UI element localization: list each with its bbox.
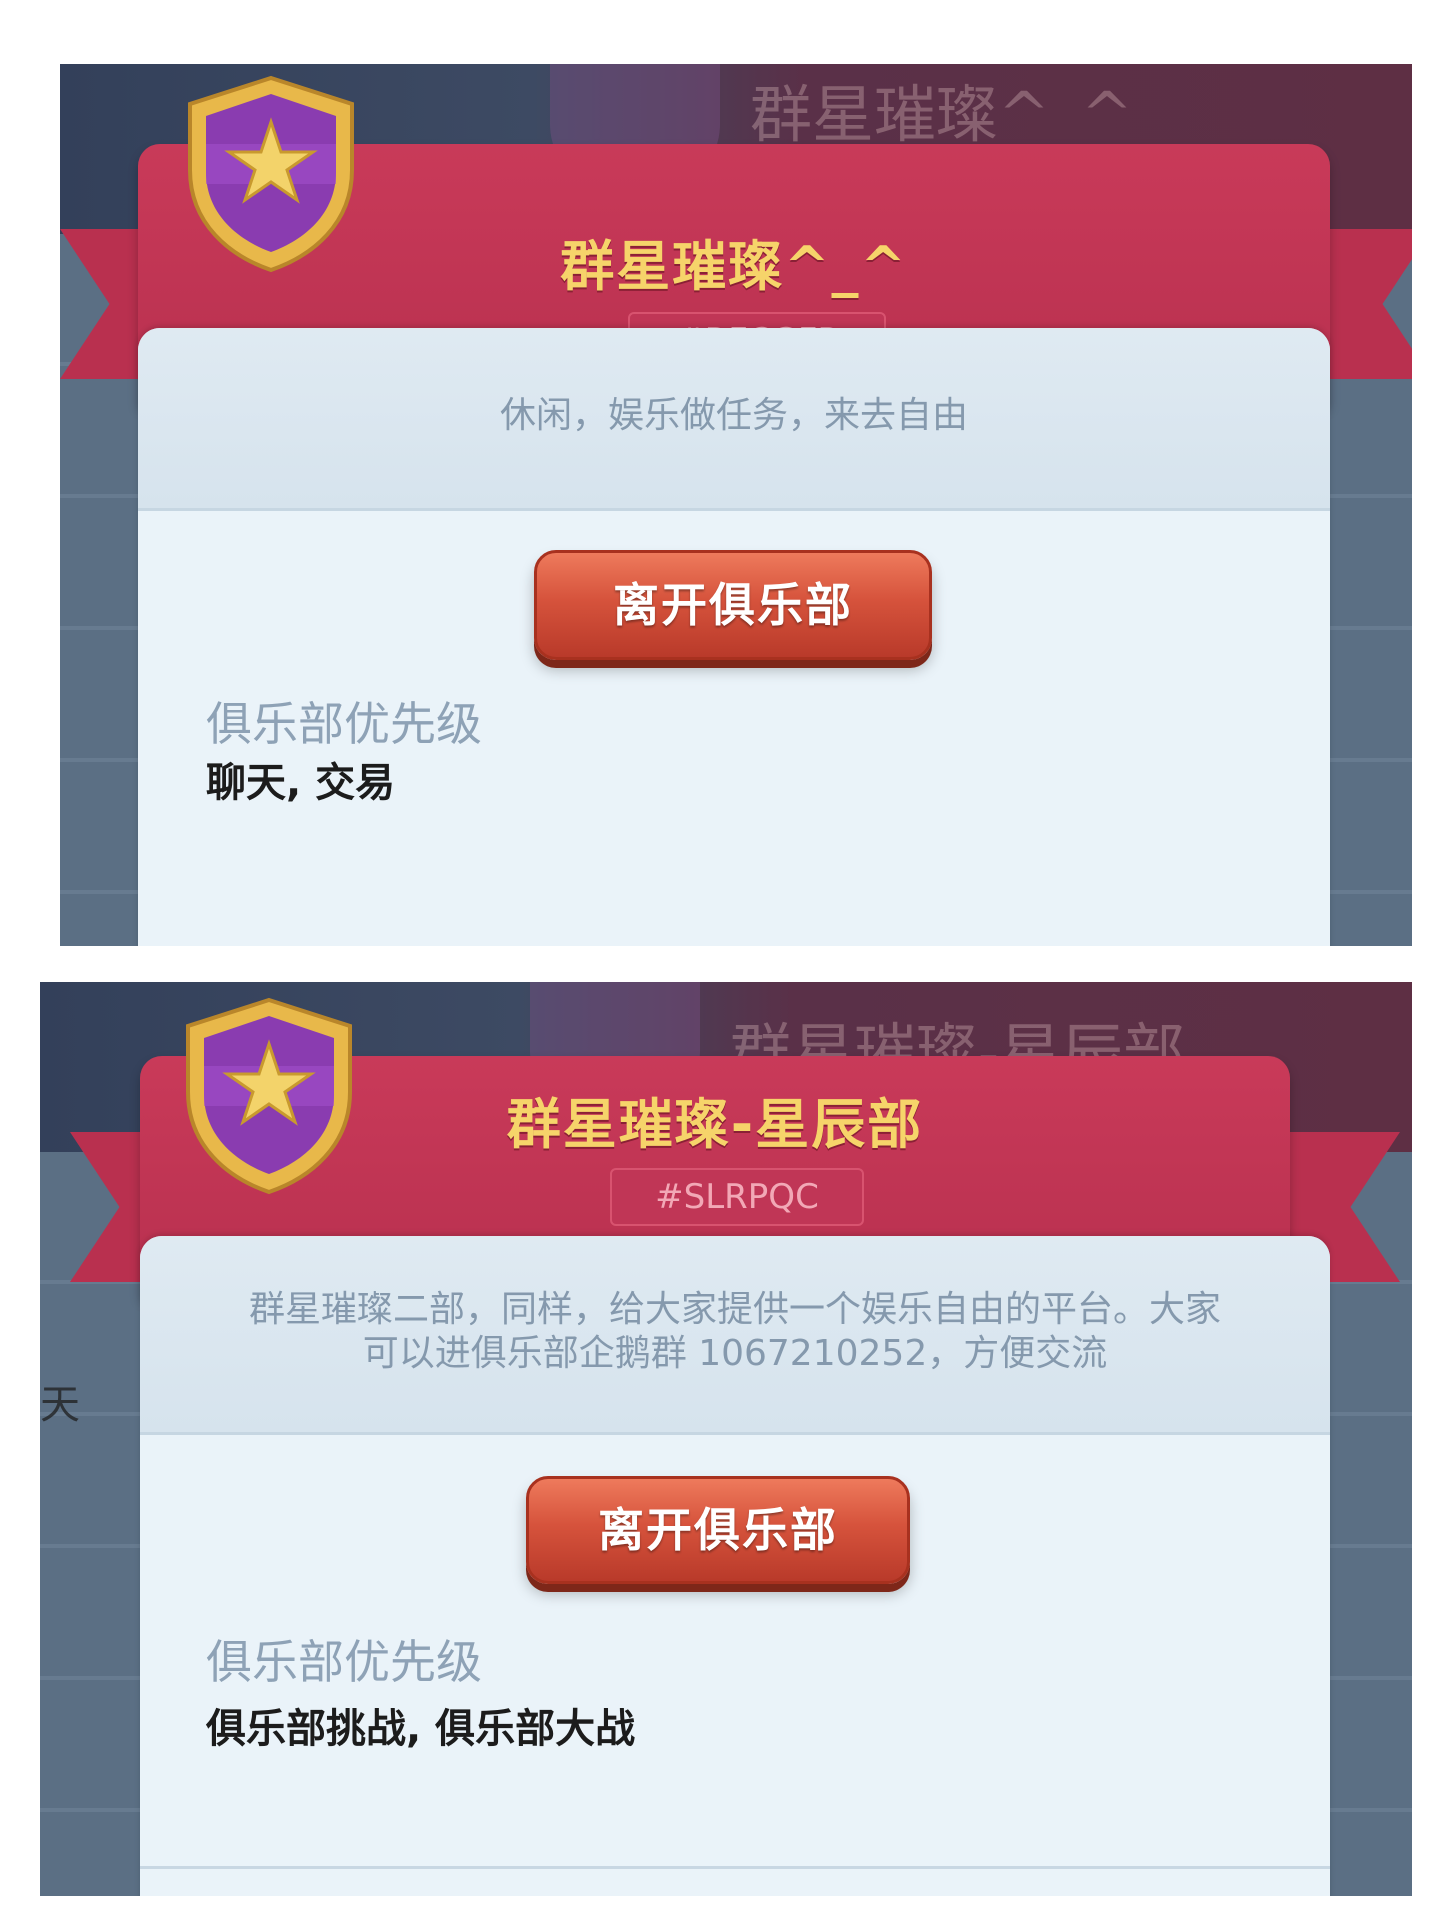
club-description-line-2: 可以进俱乐部企鹅群 1067210252，方便交流 [362,1333,1108,1374]
club-priority-label: 俱乐部优先级 [206,697,482,751]
club-priority-label: 俱乐部优先级 [206,1635,482,1689]
club-description: 休闲，娱乐做任务，来去自由 [499,395,968,436]
leave-club-button[interactable]: 离开俱乐部 [526,1476,910,1584]
description-area: 休闲，娱乐做任务，来去自由 [138,328,1330,511]
club-detail-card: 休闲，娱乐做任务，来去自由 离开俱乐部 俱乐部优先级 聊天, 交易 [138,328,1330,946]
leave-club-button[interactable]: 离开俱乐部 [534,550,932,660]
club-info-screenshot-1: 群星璀璨^_^ 群星璀璨^_^ #RFCGFP 休闲，娱乐做任务，来去自由 离开… [60,64,1412,946]
description-area: 群星璀璨二部，同样，给大家提供一个娱乐自由的平台。大家 可以进俱乐部企鹅群 10… [140,1236,1330,1435]
club-tag[interactable]: #SLRPQC [610,1168,864,1226]
section-divider [140,1866,1330,1869]
club-badge-icon [186,997,352,1195]
club-detail-card: 群星璀璨二部，同样，给大家提供一个娱乐自由的平台。大家 可以进俱乐部企鹅群 10… [140,1236,1330,1896]
background-club-name: 群星璀璨^_^ [750,78,1133,151]
club-priority-value: 俱乐部挑战, 俱乐部大战 [206,1706,636,1752]
club-info-screenshot-2: 群星璀璨-星辰部 天 群星璀璨-星辰部 #SLRPQC 群星璀璨二部，同样，给大… [40,982,1412,1896]
club-priority-value: 聊天, 交易 [206,760,396,806]
club-badge-icon [188,75,354,273]
background-side-text: 天 [40,1382,80,1428]
club-description-line-1: 群星璀璨二部，同样，给大家提供一个娱乐自由的平台。大家 [248,1289,1221,1330]
